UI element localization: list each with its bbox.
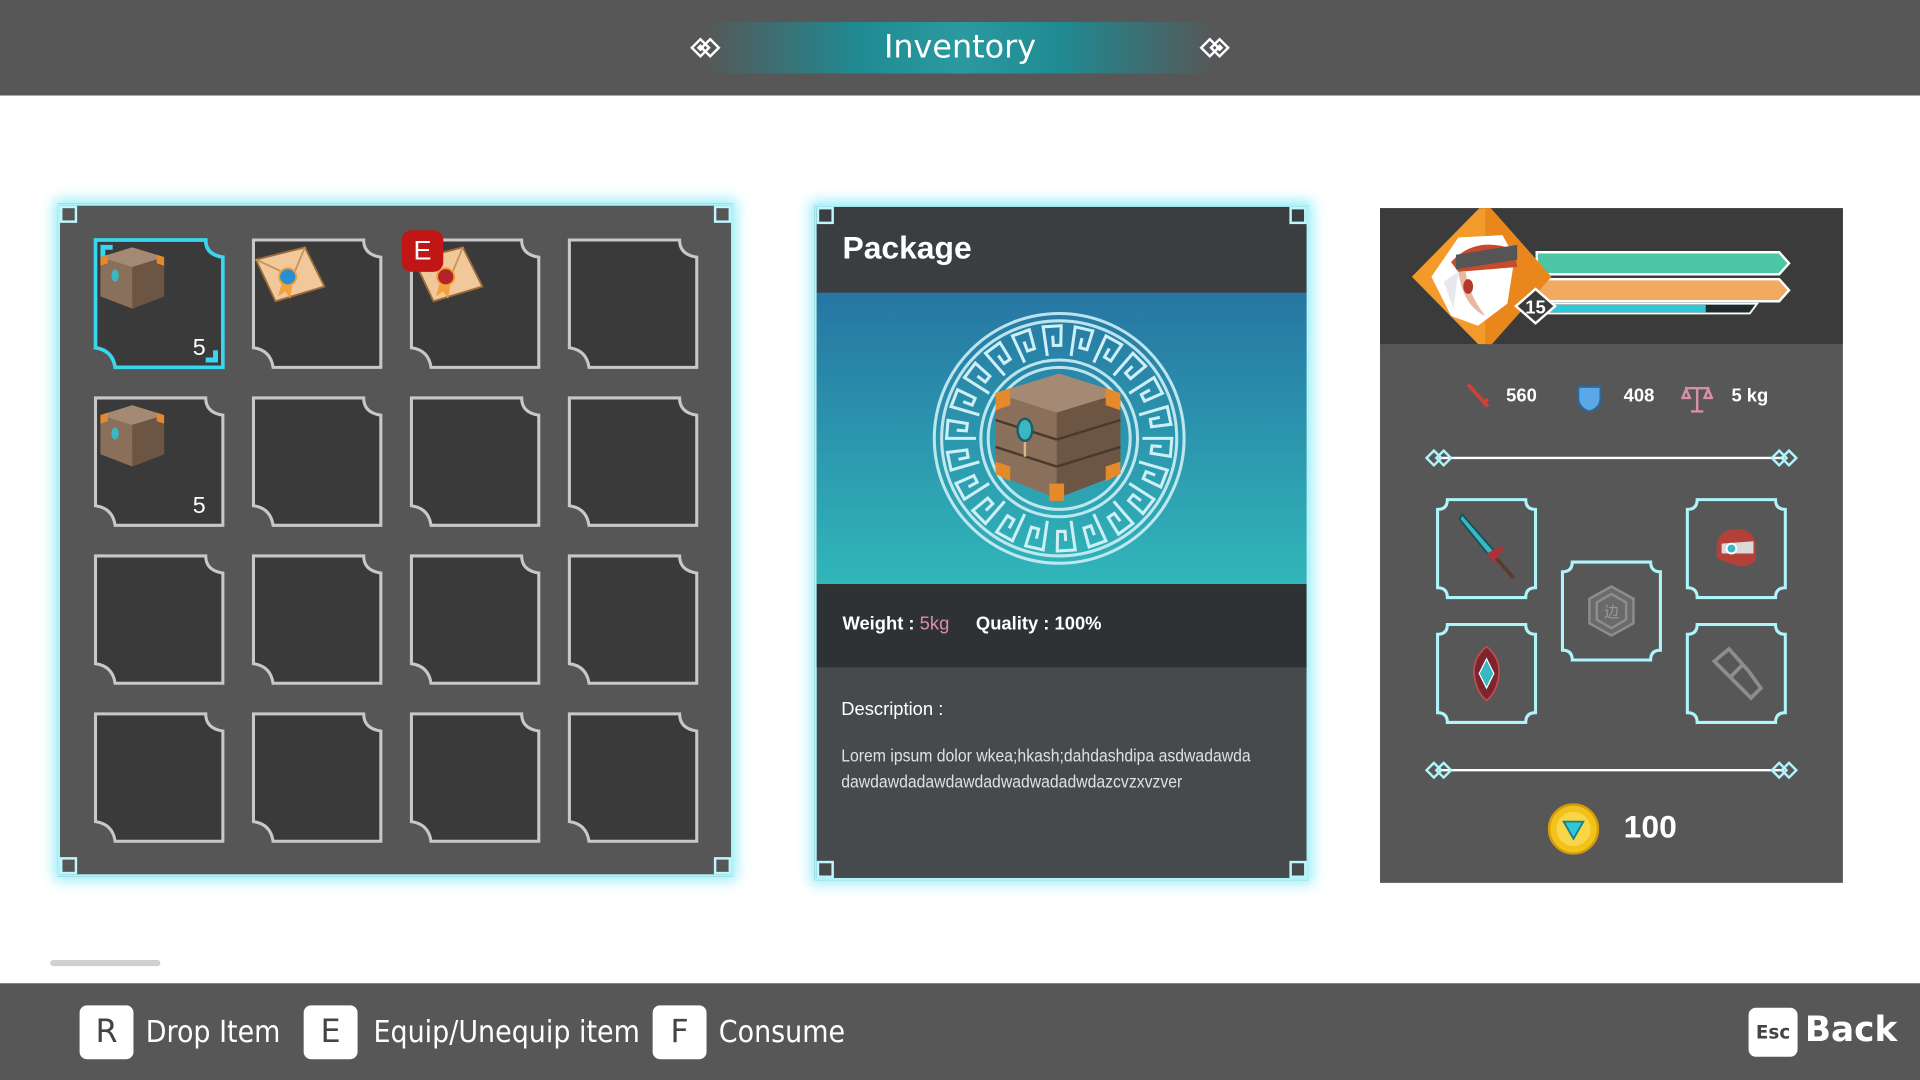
- package-chest-icon: [100, 247, 165, 309]
- inventory-slot[interactable]: [567, 396, 699, 528]
- inventory-slot[interactable]: 5: [93, 238, 225, 370]
- character-status-bars: 15: [1411, 202, 1791, 352]
- boot-placeholder-icon: [1711, 646, 1764, 701]
- equip-slot-weapon[interactable]: [1435, 497, 1538, 600]
- hexagon-rune-icon: 边: [1588, 585, 1635, 637]
- bottom-bar: R Drop Item E Equip/Unequip item F Consu…: [0, 983, 1920, 1080]
- defense-value: 408: [1623, 385, 1655, 407]
- inventory-slot[interactable]: [567, 553, 699, 685]
- key-r[interactable]: R: [79, 1005, 134, 1060]
- item-name: Package: [842, 228, 972, 266]
- key-f[interactable]: F: [652, 1005, 707, 1060]
- inventory-slot[interactable]: [567, 238, 699, 370]
- character-panel: 15 560 408 5 kg 边 100: [1380, 202, 1843, 883]
- inventory-slot[interactable]: [251, 553, 383, 685]
- consume-label[interactable]: Consume: [719, 1013, 845, 1052]
- inventory-slot[interactable]: 5: [93, 396, 225, 528]
- inventory-slot[interactable]: [409, 396, 541, 528]
- sword-icon: [1458, 512, 1515, 580]
- inventory-screen: Inventory 5 E 5 Package Weight: 5kg Quali…: [0, 0, 1920, 1080]
- package-chest-icon: [995, 373, 1121, 501]
- corner-ornament: [60, 205, 78, 223]
- sealed-letter-icon: [254, 246, 326, 303]
- inventory-slot[interactable]: [251, 238, 383, 370]
- meander-medallion-icon: [932, 311, 1186, 565]
- scroll-indicator[interactable]: [50, 960, 161, 967]
- inventory-slot[interactable]: E: [401, 230, 541, 370]
- inventory-slot[interactable]: [93, 553, 225, 685]
- coin-count: 100: [1623, 808, 1677, 845]
- item-quantity: 5: [192, 335, 206, 362]
- key-esc[interactable]: Esc: [1748, 1007, 1798, 1057]
- inventory-slot[interactable]: [251, 711, 383, 843]
- inventory-slot[interactable]: [567, 711, 699, 843]
- shield-charm-icon: [1473, 645, 1501, 702]
- top-bar: Inventory: [0, 0, 1920, 96]
- weight-value: 5 kg: [1731, 385, 1769, 407]
- item-quantity: 5: [192, 493, 206, 520]
- equip-slot-center[interactable]: 边: [1560, 560, 1663, 663]
- corner-ornament: [713, 857, 732, 875]
- weight-stat: Weight : 5kg: [842, 613, 950, 635]
- exp-bar-fill: [1536, 304, 1706, 313]
- equip-slot-charm[interactable]: [1435, 622, 1538, 725]
- item-stats-bar: Weight : 5kg Quality : 100%: [816, 584, 1307, 668]
- attack-value: 560: [1506, 385, 1537, 407]
- helmet-icon: [1716, 528, 1756, 567]
- coin-icon: [1547, 803, 1600, 855]
- description-text: Lorem ipsum dolor wkea;hkash;dahdashdipa…: [841, 745, 1251, 792]
- sword-stat-icon: [1466, 383, 1490, 408]
- key-e[interactable]: E: [303, 1005, 358, 1060]
- corner-ornament: [816, 860, 834, 878]
- character-header: 15: [1380, 202, 1843, 352]
- divider-top: [1424, 448, 1799, 468]
- package-chest-icon: [100, 405, 165, 467]
- avatar: [1411, 202, 1552, 352]
- level-text: 15: [1525, 296, 1545, 317]
- equip-slot-boots[interactable]: [1685, 622, 1788, 725]
- equip-slot-helmet[interactable]: [1685, 497, 1788, 600]
- back-button[interactable]: Back: [1805, 1010, 1897, 1049]
- weight-scale-icon: [1681, 386, 1714, 413]
- item-preview: [816, 292, 1307, 585]
- item-detail-panel: Package Weight: 5kg Quality: 100% Desc…: [814, 204, 1309, 881]
- inventory-slot[interactable]: [409, 553, 541, 685]
- corner-ornament: [60, 857, 78, 875]
- inventory-grid-panel: 5 E 5: [57, 203, 734, 877]
- detail-header: Package: [816, 206, 1307, 293]
- svg-text:边: 边: [1604, 604, 1619, 621]
- inventory-slot[interactable]: [409, 711, 541, 843]
- inventory-slot[interactable]: [93, 711, 225, 843]
- description-label: Description :: [841, 699, 944, 721]
- stamina-bar: [1535, 277, 1791, 303]
- divider-bottom: [1424, 761, 1799, 780]
- inventory-slot[interactable]: [251, 396, 383, 528]
- title-banner: Inventory: [690, 22, 1230, 74]
- equipped-badge: E: [401, 230, 444, 272]
- ornament-right-icon: [1199, 37, 1230, 59]
- corner-ornament: [1289, 860, 1307, 878]
- page-title: Inventory: [883, 29, 1037, 67]
- corner-ornament: [713, 205, 732, 223]
- shield-stat-icon: [1577, 386, 1602, 413]
- corner-ornament: [816, 206, 834, 225]
- equip-unequip-label[interactable]: Equip/Unequip item: [373, 1013, 639, 1052]
- corner-ornament: [1289, 206, 1307, 225]
- drop-item-label[interactable]: Drop Item: [146, 1013, 281, 1052]
- health-bar: [1535, 251, 1791, 276]
- quality-stat: Quality : 100%: [975, 613, 1102, 635]
